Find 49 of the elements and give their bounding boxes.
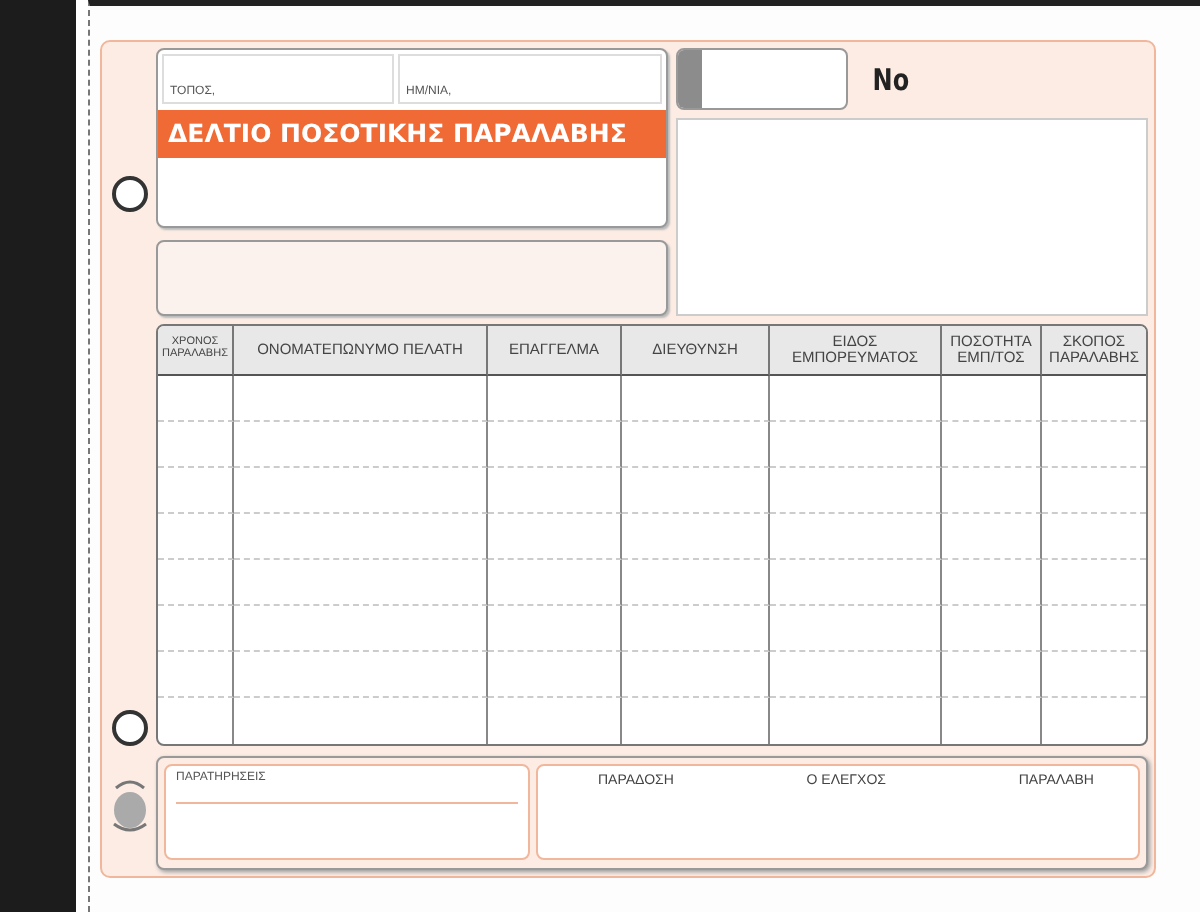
- table-cell[interactable]: [622, 514, 770, 560]
- table-cell[interactable]: [770, 606, 942, 652]
- table-cell[interactable]: [234, 422, 488, 468]
- table-cell[interactable]: [622, 422, 770, 468]
- table-cell[interactable]: [234, 468, 488, 514]
- form-title: ΔΕΛΤΙΟ ΠΟΣΟΤΙΚΗΣ ΠΑΡΑΛΑΒΗΣ: [158, 110, 666, 158]
- table-cell[interactable]: [158, 468, 234, 514]
- table-cell[interactable]: [942, 468, 1042, 514]
- table-cell[interactable]: [770, 514, 942, 560]
- table-cell[interactable]: [158, 652, 234, 698]
- table-cell[interactable]: [770, 468, 942, 514]
- table-cell[interactable]: [942, 606, 1042, 652]
- table-cell[interactable]: [488, 376, 622, 422]
- table-cell[interactable]: [942, 560, 1042, 606]
- info-field[interactable]: [156, 240, 668, 316]
- table-cell[interactable]: [622, 468, 770, 514]
- punch-hole-icon: [111, 710, 147, 746]
- stamp-field[interactable]: [676, 118, 1148, 316]
- table-cell[interactable]: [488, 560, 622, 606]
- table-cell[interactable]: [158, 376, 234, 422]
- punch-hole-icon: [111, 176, 147, 212]
- table-cell[interactable]: [770, 422, 942, 468]
- table-cell[interactable]: [770, 652, 942, 698]
- number-label: No: [872, 61, 910, 97]
- table-cell[interactable]: [622, 376, 770, 422]
- table-cell[interactable]: [488, 468, 622, 514]
- table-cell[interactable]: [622, 652, 770, 698]
- table-cell[interactable]: [158, 560, 234, 606]
- number-field[interactable]: [676, 48, 848, 110]
- table-cell[interactable]: [234, 560, 488, 606]
- table-cell[interactable]: [234, 514, 488, 560]
- table-cell[interactable]: [234, 606, 488, 652]
- table-cell[interactable]: [770, 560, 942, 606]
- table-cell[interactable]: [622, 606, 770, 652]
- table-cell[interactable]: [942, 422, 1042, 468]
- table-cell[interactable]: [158, 514, 234, 560]
- table-cell[interactable]: [942, 652, 1042, 698]
- table-cell[interactable]: [158, 606, 234, 652]
- table-cell[interactable]: [488, 652, 622, 698]
- table-cell[interactable]: [942, 376, 1042, 422]
- table-cell[interactable]: [234, 652, 488, 698]
- table-cell[interactable]: [770, 376, 942, 422]
- table-cell[interactable]: [488, 606, 622, 652]
- table-cell[interactable]: [234, 376, 488, 422]
- table-cell[interactable]: [942, 514, 1042, 560]
- table-cell[interactable]: [158, 422, 234, 468]
- table-cell[interactable]: [488, 514, 622, 560]
- table-cell[interactable]: [622, 560, 770, 606]
- table-cell[interactable]: [488, 422, 622, 468]
